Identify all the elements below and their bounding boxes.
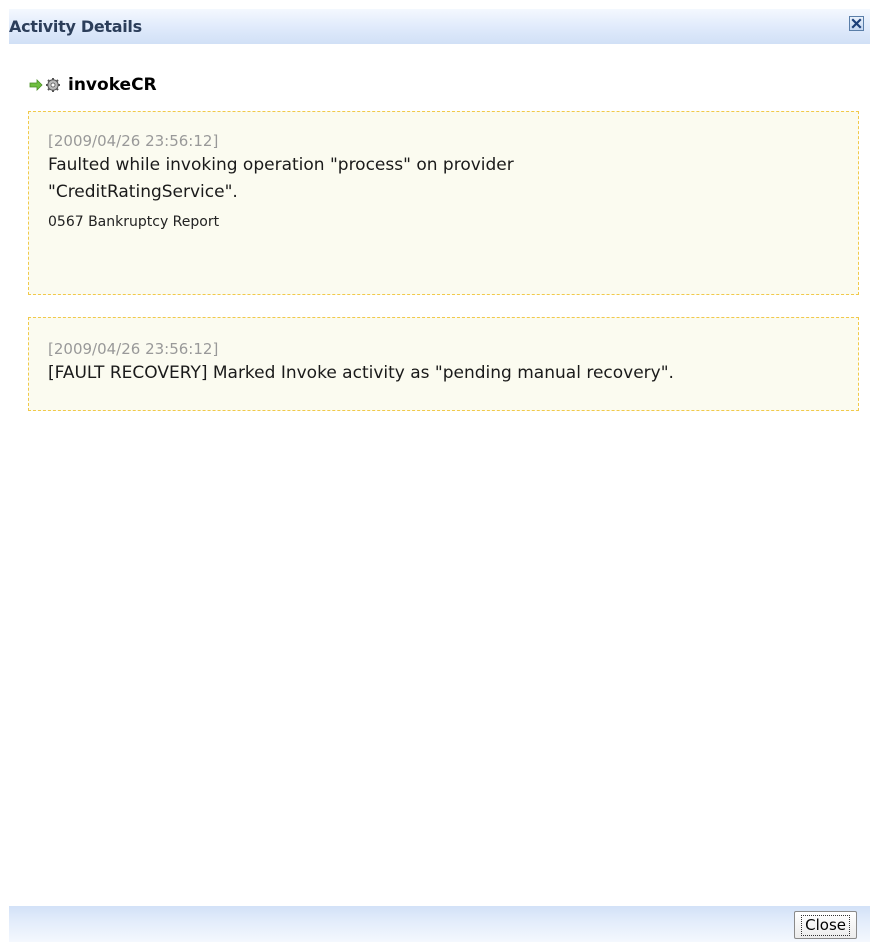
message-timestamp: [2009/04/26 23:56:12] xyxy=(48,340,219,358)
dialog-title-bar: Activity Details xyxy=(9,9,870,44)
message-detail: 0567 Bankruptcy Report xyxy=(48,214,220,230)
activity-details-dialog: Activity Details invokeCR [2009/04/26 23… xyxy=(0,0,878,942)
dialog-footer: Close xyxy=(9,906,870,942)
close-x-icon[interactable] xyxy=(849,16,864,31)
invoke-gear-icon xyxy=(28,76,64,94)
close-button[interactable]: Close xyxy=(794,911,857,939)
activity-name: invokeCR xyxy=(68,75,157,95)
message-text: [FAULT RECOVERY] Marked Invoke activity … xyxy=(48,363,674,383)
audit-message: [2009/04/26 23:56:12] Faulted while invo… xyxy=(28,111,859,295)
dialog-title: Activity Details xyxy=(9,17,142,36)
audit-message: [2009/04/26 23:56:12] [FAULT RECOVERY] M… xyxy=(28,317,859,411)
close-button-label: Close xyxy=(801,914,850,936)
activity-header: invokeCR xyxy=(28,74,157,96)
message-text: Faulted while invoking operation "proces… xyxy=(48,155,514,202)
message-timestamp: [2009/04/26 23:56:12] xyxy=(48,132,219,150)
